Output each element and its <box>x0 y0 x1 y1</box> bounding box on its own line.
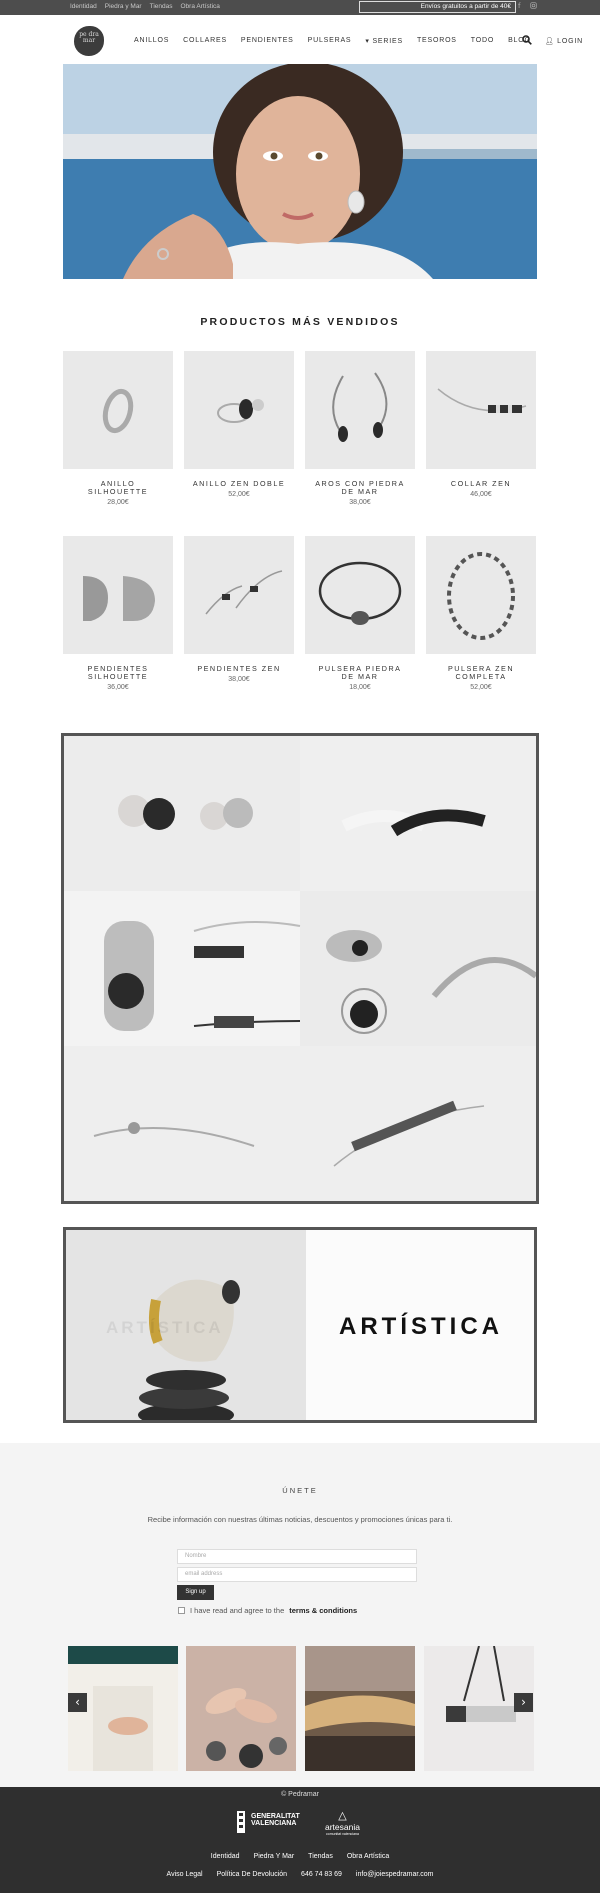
product-card[interactable]: ANILLO SILHOUETTE 28,00€ <box>63 351 173 506</box>
nav-login[interactable]: 👤︎ LOGIN <box>545 37 583 45</box>
nav-todo[interactable]: TODO <box>471 37 494 45</box>
carousel-prev-button[interactable]: ‹ <box>68 1693 87 1712</box>
artesania-symbol-icon: △ <box>338 1810 347 1822</box>
newsletter-title: ÚNETE <box>282 1486 318 1495</box>
user-icon: 👤︎ <box>544 38 555 45</box>
footer-links-primary: Identidad Piedra Y Mar Tiendas Obra Artí… <box>0 1853 600 1860</box>
product-image[interactable] <box>63 536 173 654</box>
site-footer: © Pedramar GENERALITAT VALENCIANA △ arte… <box>0 1787 600 1893</box>
nav-pulseras[interactable]: PULSERAS <box>308 37 352 45</box>
product-name[interactable]: PENDIENTES ZEN <box>184 665 294 673</box>
product-price: 38,00€ <box>228 676 250 683</box>
nav-login-label: LOGIN <box>557 38 583 45</box>
instagram-photo[interactable] <box>186 1646 296 1771</box>
product-image[interactable] <box>63 351 173 469</box>
toplink-obra-artistica[interactable]: Obra Artística <box>181 3 220 10</box>
footer-link-aviso-legal[interactable]: Aviso Legal <box>167 1871 203 1878</box>
product-name[interactable]: ANILLO SILHOUETTE <box>63 480 173 496</box>
copyright: © Pedramar <box>281 1791 319 1798</box>
product-card[interactable]: AROS CON PIEDRA DE MAR 38,00€ <box>305 351 415 506</box>
toplink-piedra-y-mar[interactable]: Piedra y Mar <box>105 3 142 10</box>
footer-link-piedra-y-mar[interactable]: Piedra Y Mar <box>254 1853 295 1860</box>
facebook-icon[interactable]: f <box>518 2 520 10</box>
product-price: 36,00€ <box>107 684 129 691</box>
signup-button[interactable]: Sign up <box>177 1585 214 1600</box>
email-field[interactable]: email address <box>177 1567 417 1582</box>
product-image[interactable] <box>184 536 294 654</box>
terms-checkbox[interactable] <box>178 1607 185 1614</box>
product-image[interactable] <box>305 536 415 654</box>
collage-photos <box>64 736 538 1201</box>
toplink-identidad[interactable]: Identidad <box>70 3 97 10</box>
product-image[interactable] <box>426 536 536 654</box>
terms-agreement: I have read and agree to the terms & con… <box>178 1606 357 1615</box>
hero-photo <box>63 64 537 279</box>
footer-link-tiendas[interactable]: Tiendas <box>308 1853 333 1860</box>
main-nav: ANILLOS COLLARES PENDIENTES PULSERAS ▾ S… <box>134 37 583 45</box>
product-price: 18,00€ <box>349 684 371 691</box>
product-card[interactable]: COLLAR ZEN 46,00€ <box>426 351 536 498</box>
shipping-banner: Envíos gratuitos a partir de 40€ <box>359 1 516 13</box>
site-header: pe dra mar ANILLOS COLLARES PENDIENTES P… <box>0 15 600 65</box>
artesania-label: artesania <box>325 1822 360 1832</box>
product-card[interactable]: PULSERA ZEN COMPLETA 52,00€ <box>426 536 536 691</box>
toplink-tiendas[interactable]: Tiendas <box>150 3 173 10</box>
product-name[interactable]: AROS CON PIEDRA DE MAR <box>305 480 415 496</box>
pedramar-logo[interactable]: pe dra mar <box>74 26 104 56</box>
name-field[interactable]: Nombre <box>177 1549 417 1564</box>
obra-ghost-word: ARTÍSTICA <box>106 1318 224 1337</box>
hero-image <box>63 64 537 279</box>
nav-anillos[interactable]: ANILLOS <box>134 37 169 45</box>
product-price: 46,00€ <box>470 491 492 498</box>
product-card[interactable]: PENDIENTES ZEN 38,00€ <box>184 536 294 683</box>
product-card[interactable]: PULSERA PIEDRA DE MAR 18,00€ <box>305 536 415 691</box>
obra-artistica-banner[interactable]: ARTÍSTICA ARTÍSTICA <box>63 1227 537 1423</box>
instagram-icon[interactable] <box>530 2 537 11</box>
newsletter-section: ÚNETE Recibe información con nuestras úl… <box>0 1443 600 1787</box>
footer-link-obra-artistica[interactable]: Obra Artística <box>347 1853 389 1860</box>
product-name[interactable]: PENDIENTES SILHOUETTE <box>63 665 173 681</box>
footer-links-secondary: Aviso Legal Política De Devolución 646 7… <box>0 1871 600 1878</box>
product-price: 28,00€ <box>107 499 129 506</box>
terms-label: I have read and agree to the <box>190 1606 285 1615</box>
product-image[interactable] <box>305 351 415 469</box>
search-icon[interactable] <box>522 35 532 45</box>
product-image[interactable] <box>184 351 294 469</box>
nav-pendientes[interactable]: PENDIENTES <box>241 37 294 45</box>
jewelry-collage[interactable] <box>61 733 539 1204</box>
top-links: Identidad Piedra y Mar Tiendas Obra Artí… <box>70 3 220 10</box>
bestsellers-title: PRODUCTOS MÁS VENDIDOS <box>200 316 400 328</box>
product-name[interactable]: ANILLO ZEN DOBLE <box>184 480 294 488</box>
instagram-photo[interactable] <box>305 1646 415 1771</box>
generalitat-logo-icon <box>237 1811 245 1833</box>
product-price: 52,00€ <box>470 684 492 691</box>
newsletter-description: Recibe información con nuestras últimas … <box>147 1515 453 1524</box>
product-name[interactable]: COLLAR ZEN <box>426 480 536 488</box>
top-bar: Identidad Piedra y Mar Tiendas Obra Artí… <box>0 0 600 15</box>
gv-line2: VALENCIANA <box>251 1820 297 1827</box>
nav-series[interactable]: ▾ SERIES <box>365 37 403 45</box>
product-price: 38,00€ <box>349 499 371 506</box>
nav-tesoros[interactable]: TESOROS <box>417 37 457 45</box>
artesania-sublabel: comunitat valenciana <box>326 1832 359 1836</box>
carousel-next-button[interactable]: › <box>514 1693 533 1712</box>
footer-email[interactable]: info@joiespedramar.com <box>356 1871 434 1878</box>
product-image[interactable] <box>426 351 536 469</box>
footer-phone[interactable]: 646 74 83 69 <box>301 1871 342 1878</box>
product-card[interactable]: ANILLO ZEN DOBLE 52,00€ <box>184 351 294 498</box>
terms-link[interactable]: terms & conditions <box>289 1606 357 1615</box>
product-name[interactable]: PULSERA ZEN COMPLETA <box>426 665 536 681</box>
generalitat-logo: GENERALITAT VALENCIANA <box>251 1813 300 1827</box>
product-price: 52,00€ <box>228 491 250 498</box>
footer-link-identidad[interactable]: Identidad <box>211 1853 240 1860</box>
nav-collares[interactable]: COLLARES <box>183 37 227 45</box>
gv-line1: GENERALITAT <box>251 1813 300 1820</box>
product-name[interactable]: PULSERA PIEDRA DE MAR <box>305 665 415 681</box>
artesania-logo: △ artesania comunitat valenciana <box>325 1809 360 1836</box>
footer-link-devolucion[interactable]: Política De Devolución <box>217 1871 287 1878</box>
obra-word: ARTÍSTICA <box>339 1313 503 1340</box>
product-card[interactable]: PENDIENTES SILHOUETTE 36,00€ <box>63 536 173 691</box>
